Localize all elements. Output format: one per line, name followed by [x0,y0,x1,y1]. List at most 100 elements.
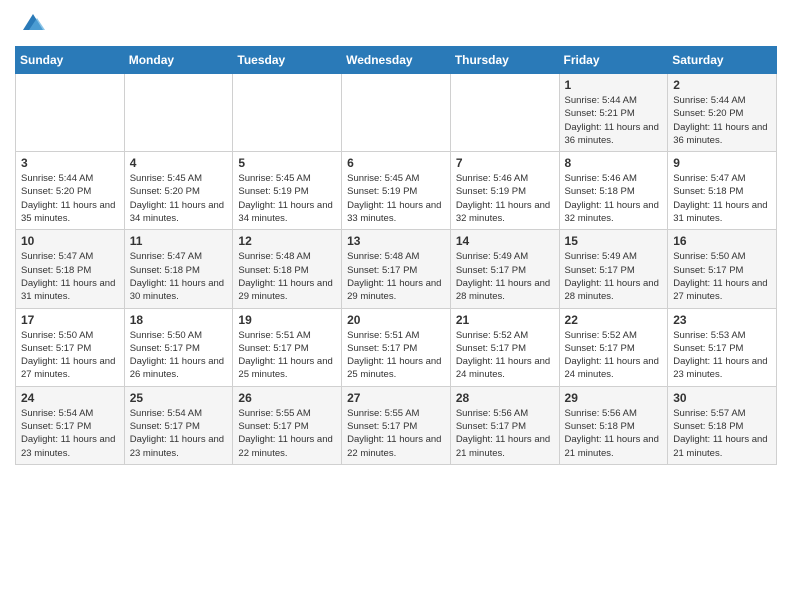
calendar-cell [450,74,559,152]
calendar-cell: 3 Sunrise: 5:44 AMSunset: 5:20 PMDaylight… [16,152,125,230]
day-number: 9 [673,156,771,170]
day-number: 17 [21,313,119,327]
weekday-header: Tuesday [233,47,342,74]
calendar-cell: 16 Sunrise: 5:50 AMSunset: 5:17 PMDayligh… [668,230,777,308]
page: SundayMondayTuesdayWednesdayThursdayFrid… [0,0,792,480]
day-number: 13 [347,234,445,248]
day-info: Sunrise: 5:48 AMSunset: 5:17 PMDaylight:… [347,250,445,303]
day-number: 15 [565,234,663,248]
calendar-cell: 22 Sunrise: 5:52 AMSunset: 5:17 PMDayligh… [559,308,668,386]
day-info: Sunrise: 5:47 AMSunset: 5:18 PMDaylight:… [21,250,119,303]
day-info: Sunrise: 5:52 AMSunset: 5:17 PMDaylight:… [565,329,663,382]
weekday-header: Wednesday [342,47,451,74]
day-number: 1 [565,78,663,92]
logo [15,15,47,38]
day-info: Sunrise: 5:44 AMSunset: 5:20 PMDaylight:… [21,172,119,225]
weekday-header: Friday [559,47,668,74]
day-number: 16 [673,234,771,248]
day-info: Sunrise: 5:54 AMSunset: 5:17 PMDaylight:… [130,407,228,460]
day-info: Sunrise: 5:53 AMSunset: 5:17 PMDaylight:… [673,329,771,382]
day-info: Sunrise: 5:54 AMSunset: 5:17 PMDaylight:… [21,407,119,460]
calendar-cell: 15 Sunrise: 5:49 AMSunset: 5:17 PMDayligh… [559,230,668,308]
day-number: 18 [130,313,228,327]
calendar-cell: 9 Sunrise: 5:47 AMSunset: 5:18 PMDaylight… [668,152,777,230]
day-info: Sunrise: 5:57 AMSunset: 5:18 PMDaylight:… [673,407,771,460]
day-number: 22 [565,313,663,327]
day-number: 26 [238,391,336,405]
day-number: 10 [21,234,119,248]
calendar-cell: 8Sunrise: 5:46 AMSunset: 5:18 PMDaylight… [559,152,668,230]
calendar-cell: 20 Sunrise: 5:51 AMSunset: 5:17 PMDayligh… [342,308,451,386]
day-info: Sunrise: 5:44 AMSunset: 5:20 PMDaylight:… [673,94,771,147]
day-info: Sunrise: 5:50 AMSunset: 5:17 PMDaylight:… [673,250,771,303]
calendar-cell: 25 Sunrise: 5:54 AMSunset: 5:17 PMDayligh… [124,386,233,464]
day-info: Sunrise: 5:51 AMSunset: 5:17 PMDaylight:… [238,329,336,382]
calendar-cell: 6 Sunrise: 5:45 AMSunset: 5:19 PMDaylight… [342,152,451,230]
day-info: Sunrise: 5:52 AMSunset: 5:17 PMDaylight:… [456,329,554,382]
day-number: 27 [347,391,445,405]
weekday-header: Sunday [16,47,125,74]
calendar-week-row: 24 Sunrise: 5:54 AMSunset: 5:17 PMDayligh… [16,386,777,464]
day-info: Sunrise: 5:47 AMSunset: 5:18 PMDaylight:… [673,172,771,225]
day-info: Sunrise: 5:49 AMSunset: 5:17 PMDaylight:… [565,250,663,303]
day-number: 6 [347,156,445,170]
day-number: 23 [673,313,771,327]
header [15,10,777,38]
day-info: Sunrise: 5:45 AMSunset: 5:20 PMDaylight:… [130,172,228,225]
day-info: Sunrise: 5:55 AMSunset: 5:17 PMDaylight:… [347,407,445,460]
calendar-cell: 19 Sunrise: 5:51 AMSunset: 5:17 PMDayligh… [233,308,342,386]
calendar-cell: 23 Sunrise: 5:53 AMSunset: 5:17 PMDayligh… [668,308,777,386]
day-info: Sunrise: 5:56 AMSunset: 5:17 PMDaylight:… [456,407,554,460]
calendar-cell [342,74,451,152]
day-info: Sunrise: 5:45 AMSunset: 5:19 PMDaylight:… [347,172,445,225]
calendar-cell: 17 Sunrise: 5:50 AMSunset: 5:17 PMDayligh… [16,308,125,386]
calendar-cell: 30 Sunrise: 5:57 AMSunset: 5:18 PMDayligh… [668,386,777,464]
calendar-cell: 5Sunrise: 5:45 AMSunset: 5:19 PMDaylight… [233,152,342,230]
calendar-cell: 27 Sunrise: 5:55 AMSunset: 5:17 PMDayligh… [342,386,451,464]
day-number: 7 [456,156,554,170]
day-info: Sunrise: 5:55 AMSunset: 5:17 PMDaylight:… [238,407,336,460]
day-number: 3 [21,156,119,170]
day-info: Sunrise: 5:56 AMSunset: 5:18 PMDaylight:… [565,407,663,460]
calendar-cell: 24 Sunrise: 5:54 AMSunset: 5:17 PMDayligh… [16,386,125,464]
calendar-cell: 21 Sunrise: 5:52 AMSunset: 5:17 PMDayligh… [450,308,559,386]
calendar-cell [233,74,342,152]
calendar-cell: 10 Sunrise: 5:47 AMSunset: 5:18 PMDayligh… [16,230,125,308]
calendar-cell: 2 Sunrise: 5:44 AMSunset: 5:20 PMDaylight… [668,74,777,152]
day-number: 30 [673,391,771,405]
day-info: Sunrise: 5:50 AMSunset: 5:17 PMDaylight:… [21,329,119,382]
calendar-week-row: 3 Sunrise: 5:44 AMSunset: 5:20 PMDaylight… [16,152,777,230]
calendar-cell: 14Sunrise: 5:49 AMSunset: 5:17 PMDayligh… [450,230,559,308]
calendar-cell: 29Sunrise: 5:56 AMSunset: 5:18 PMDayligh… [559,386,668,464]
day-number: 20 [347,313,445,327]
day-info: Sunrise: 5:47 AMSunset: 5:18 PMDaylight:… [130,250,228,303]
calendar-cell: 12 Sunrise: 5:48 AMSunset: 5:18 PMDayligh… [233,230,342,308]
calendar-week-row: 17 Sunrise: 5:50 AMSunset: 5:17 PMDayligh… [16,308,777,386]
day-number: 24 [21,391,119,405]
calendar-cell: 7 Sunrise: 5:46 AMSunset: 5:19 PMDaylight… [450,152,559,230]
day-info: Sunrise: 5:46 AMSunset: 5:19 PMDaylight:… [456,172,554,225]
calendar-week-row: 1 Sunrise: 5:44 AMSunset: 5:21 PMDaylight… [16,74,777,152]
calendar-cell: 28Sunrise: 5:56 AMSunset: 5:17 PMDayligh… [450,386,559,464]
weekday-header-row: SundayMondayTuesdayWednesdayThursdayFrid… [16,47,777,74]
day-number: 11 [130,234,228,248]
weekday-header: Thursday [450,47,559,74]
day-info: Sunrise: 5:45 AMSunset: 5:19 PMDaylight:… [238,172,336,225]
day-number: 19 [238,313,336,327]
calendar-week-row: 10 Sunrise: 5:47 AMSunset: 5:18 PMDayligh… [16,230,777,308]
day-info: Sunrise: 5:44 AMSunset: 5:21 PMDaylight:… [565,94,663,147]
day-number: 21 [456,313,554,327]
calendar-cell: 11 Sunrise: 5:47 AMSunset: 5:18 PMDayligh… [124,230,233,308]
day-number: 25 [130,391,228,405]
weekday-header: Monday [124,47,233,74]
day-info: Sunrise: 5:48 AMSunset: 5:18 PMDaylight:… [238,250,336,303]
day-info: Sunrise: 5:49 AMSunset: 5:17 PMDaylight:… [456,250,554,303]
logo-icon [19,10,47,38]
day-number: 12 [238,234,336,248]
calendar-cell: 4Sunrise: 5:45 AMSunset: 5:20 PMDaylight… [124,152,233,230]
calendar-table: SundayMondayTuesdayWednesdayThursdayFrid… [15,46,777,465]
day-info: Sunrise: 5:51 AMSunset: 5:17 PMDaylight:… [347,329,445,382]
day-number: 2 [673,78,771,92]
calendar-cell [124,74,233,152]
calendar-cell: 1 Sunrise: 5:44 AMSunset: 5:21 PMDaylight… [559,74,668,152]
